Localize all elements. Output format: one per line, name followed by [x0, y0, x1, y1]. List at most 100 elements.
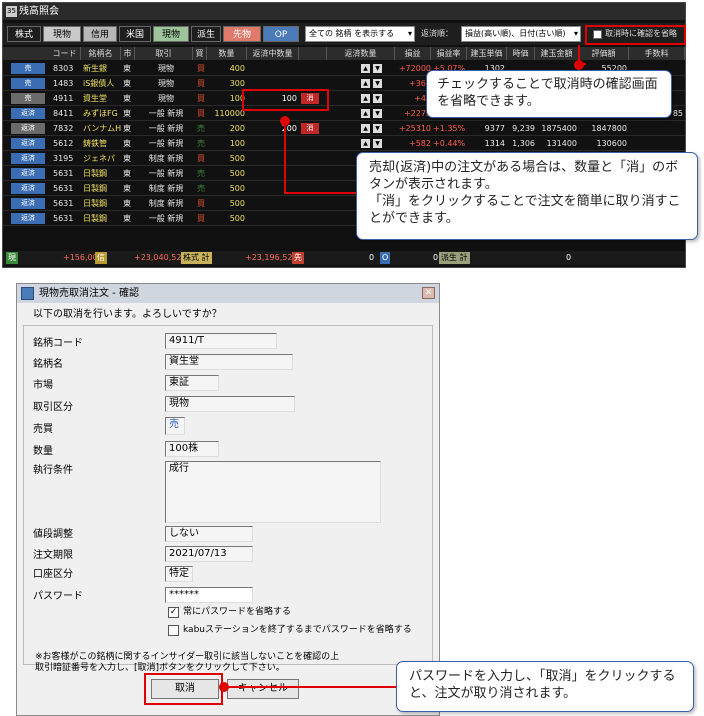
column-header[interactable]: 損益: [395, 47, 431, 60]
row-trade: 現物: [158, 79, 174, 88]
column-header[interactable]: 返済中数量: [247, 47, 299, 60]
row-market: 東: [123, 79, 131, 88]
row-side: 売: [197, 139, 205, 148]
status-sen: 先: [292, 252, 304, 264]
dialog-title: 現物売取消注文 - 確認: [39, 288, 139, 299]
row-action-button[interactable]: 返済: [11, 198, 45, 209]
row-code: 5631: [53, 199, 74, 208]
value-trade-type: 現物: [165, 396, 295, 412]
filter-select[interactable]: 全ての 銘柄 を表示する ▾: [305, 26, 415, 42]
column-header[interactable]: 銘柄名: [81, 47, 121, 60]
value-name: 資生堂: [165, 354, 293, 370]
dialog-cancel-button[interactable]: キャンセル: [227, 679, 299, 699]
window-app-icon: 35: [6, 6, 17, 17]
tab-5[interactable]: 派生: [191, 26, 221, 42]
status-shin: 信: [95, 252, 107, 264]
tab-6[interactable]: 先物: [223, 26, 261, 42]
row-trade: 現物: [158, 94, 174, 103]
pending-cancel-highlight: [242, 89, 329, 111]
session-skip-password-checkbox[interactable]: [168, 625, 179, 636]
column-header[interactable]: 返済数量: [327, 47, 395, 60]
column-header[interactable]: コード: [49, 47, 81, 60]
row-name: 日製鋼: [83, 169, 107, 178]
password-input[interactable]: ******: [165, 587, 253, 603]
toolbar: 全ての 銘柄 を表示する ▾ 返済順： 損益(高い順)、日付(古い順) ▾ 取消時に…: [3, 23, 685, 45]
row-code: 5631: [53, 169, 74, 178]
row-action-button[interactable]: 返済: [11, 108, 45, 119]
row-market: 東: [123, 154, 131, 163]
column-header[interactable]: 取引: [135, 47, 193, 60]
row-amount: 131400: [546, 139, 577, 148]
column-header[interactable]: 評価額: [579, 47, 629, 60]
row-action-button[interactable]: 売: [11, 63, 45, 74]
row-action-button[interactable]: 返済: [11, 153, 45, 164]
status-pl-shin: +23,040,526: [134, 253, 187, 262]
qty-up-icon[interactable]: ▲: [361, 139, 370, 148]
tab-1[interactable]: 現物: [43, 26, 81, 42]
table-row: 返済 7832 バンナムH 東 一般 新規 売 200 200 消 ▲ ▼ +25310 +1.35% 9…: [3, 121, 685, 136]
column-header[interactable]: 手数料: [629, 47, 685, 60]
order-select[interactable]: 損益(高い順)、日付(古い順) ▾: [461, 26, 581, 42]
qty-down-icon[interactable]: ▼: [373, 94, 382, 103]
row-side: 買: [197, 109, 205, 118]
qty-up-icon[interactable]: ▲: [361, 94, 370, 103]
tab-4[interactable]: 現物: [153, 26, 189, 42]
status-pl-total: +23,196,526: [245, 253, 298, 262]
value-price-adj: しない: [165, 526, 253, 542]
qty-down-icon[interactable]: ▼: [373, 64, 382, 73]
row-action-button[interactable]: 売: [11, 93, 45, 104]
qty-up-icon[interactable]: ▲: [361, 109, 370, 118]
tab-7[interactable]: OP: [263, 26, 299, 42]
dialog-titlebar: 現物売取消注文 - 確認 ✕: [17, 284, 439, 303]
column-header[interactable]: 買: [193, 47, 207, 60]
chevron-down-icon: ▾: [407, 29, 412, 38]
row-amount: 1875400: [541, 124, 577, 133]
callout-password-text: パスワードを入力し、「取消」をクリックすると、注文が取り消されます。: [409, 669, 676, 701]
filter-select-value: 全ての 銘柄 を表示する: [309, 29, 395, 38]
tab-2[interactable]: 信用: [83, 26, 117, 42]
qty-down-icon[interactable]: ▼: [373, 139, 382, 148]
qty-down-icon[interactable]: ▼: [373, 124, 382, 133]
row-name: 日製鋼: [83, 214, 107, 223]
row-fee: [629, 121, 683, 136]
qty-up-icon[interactable]: ▲: [361, 64, 370, 73]
row-action-button[interactable]: 返済: [11, 138, 45, 149]
label-side: 売買: [33, 424, 53, 435]
column-header[interactable]: [299, 47, 327, 60]
row-qty: 500: [229, 184, 245, 193]
row-trade: 制度 新規: [148, 154, 184, 163]
column-header[interactable]: 市: [121, 47, 135, 60]
qty-down-icon[interactable]: ▼: [373, 109, 382, 118]
row-fee: [629, 136, 683, 151]
row-action-button[interactable]: 返済: [11, 213, 45, 224]
column-header[interactable]: 数量: [207, 47, 247, 60]
qty-down-icon[interactable]: ▼: [373, 79, 382, 88]
column-header[interactable]: 損益率: [431, 47, 467, 60]
qty-up-icon[interactable]: ▲: [361, 124, 370, 133]
row-action-button[interactable]: 返済: [11, 183, 45, 194]
row-market: 東: [123, 124, 131, 133]
row-market: 東: [123, 184, 131, 193]
row-qty: 500: [229, 169, 245, 178]
row-code: 1483: [53, 79, 74, 88]
tab-3[interactable]: 米国: [119, 26, 151, 42]
row-action-button[interactable]: 返済: [11, 168, 45, 179]
pointer-line: [224, 686, 396, 688]
always-skip-password-checkbox[interactable]: ✓: [168, 607, 179, 618]
close-icon[interactable]: ✕: [422, 287, 435, 299]
value-expiry: 2021/07/13: [165, 546, 253, 562]
row-cancel-button[interactable]: 消: [301, 123, 319, 134]
row-action-button[interactable]: 返済: [11, 123, 45, 134]
tab-0[interactable]: 株式: [7, 26, 41, 42]
cancel-confirm-dialog: 現物売取消注文 - 確認 ✕ 以下の取消を行います。よろしいですか？ 銘柄コード…: [16, 283, 440, 716]
row-side: 買: [197, 79, 205, 88]
column-header[interactable]: 建玉単価: [467, 47, 507, 60]
qty-up-icon[interactable]: ▲: [361, 79, 370, 88]
window-title: 残高照会: [19, 6, 59, 17]
label-condition: 執行条件: [33, 465, 73, 476]
row-qty: 100: [229, 94, 245, 103]
column-header[interactable]: 時価: [507, 47, 535, 60]
order-select-value: 損益(高い順)、日付(古い順): [465, 29, 566, 38]
column-header[interactable]: 建玉金額: [535, 47, 579, 60]
row-action-button[interactable]: 売: [11, 78, 45, 89]
